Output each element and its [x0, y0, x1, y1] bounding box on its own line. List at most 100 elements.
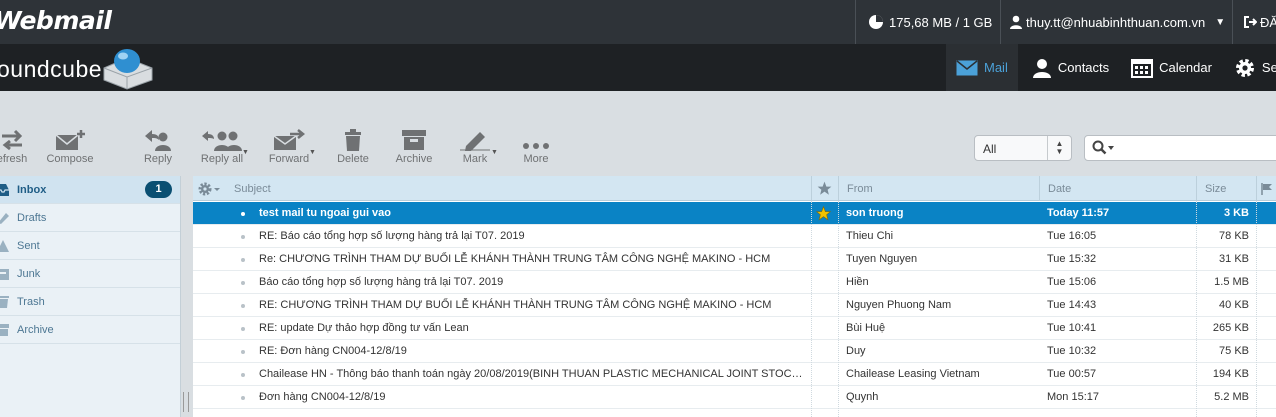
message-subject: Re: CHƯƠNG TRÌNH THAM DỰ BUỔI LỄ KHÁNH T… [259, 253, 771, 265]
trash-icon [0, 296, 9, 308]
table-row[interactable]: RE: Báo cáo tổng hợp số lượng hàng trả l… [193, 225, 1276, 248]
message-flag[interactable] [816, 386, 836, 409]
folder-sent-label: Sent [17, 239, 40, 252]
unread-status-icon [241, 350, 245, 354]
user-menu[interactable]: thuy.tt@nhuabinhthuan.com.vn ▼ [1000, 0, 1232, 44]
table-row[interactable]: Chailease HN - Thông báo thanh toán ngày… [193, 363, 1276, 386]
forward-icon [273, 129, 306, 150]
table-row[interactable]: Đơn hàng CN004-12/8/19 Quynh Mon 15:17 5.2 … [193, 386, 1276, 409]
message-flag[interactable] [816, 271, 836, 294]
archive-icon [0, 324, 9, 336]
folder-drafts[interactable]: Drafts [0, 204, 180, 232]
folder-archive-label: Archive [17, 323, 54, 336]
search-input[interactable] [1084, 135, 1276, 161]
reply-all-label: Reply all [200, 153, 244, 165]
pane-splitter-handle[interactable] [183, 392, 189, 412]
chevron-down-icon: ▼ [1215, 16, 1226, 28]
message-flag[interactable] [816, 225, 836, 248]
forward-button[interactable]: Forward [259, 129, 319, 165]
message-date: Tue 15:06 [1047, 276, 1097, 288]
folder-inbox-label: Inbox [17, 183, 47, 196]
message-date: Tue 16:05 [1047, 230, 1097, 242]
message-from: Hiền [846, 276, 869, 288]
message-filter-select[interactable]: All ▲ ▼ [974, 135, 1072, 161]
unread-status-icon [241, 327, 245, 331]
folder-junk-label: Junk [17, 267, 41, 280]
sent-icon [0, 240, 9, 252]
folder-junk[interactable]: Junk [0, 260, 180, 288]
quota-indicator: 175,68 MB / 1 GB [855, 0, 992, 44]
column-divider [811, 201, 812, 417]
column-status[interactable] [1256, 176, 1276, 201]
reply-icon [145, 130, 171, 151]
delete-label: Delete [337, 153, 369, 165]
unread-count-badge: 1 [145, 181, 172, 198]
message-list: Subject From Date Size test mail tu ngoa… [193, 176, 1276, 417]
message-flag[interactable] [816, 340, 836, 363]
logout-label: ĐĂ [1260, 14, 1276, 30]
tab-mail[interactable]: Mail [946, 44, 1018, 91]
tab-contacts[interactable]: Contacts [1018, 44, 1119, 91]
reply-all-button[interactable]: Reply all [192, 129, 252, 165]
column-size[interactable]: Size [1196, 176, 1256, 201]
column-date[interactable]: Date [1039, 176, 1196, 201]
table-row[interactable]: Báo cáo tổng hợp số lượng hàng trả lại T… [193, 271, 1276, 294]
message-flag[interactable] [816, 317, 836, 340]
message-flag[interactable] [816, 202, 836, 225]
refresh-button[interactable]: efresh [0, 129, 42, 165]
message-date: Mon 15:17 [1047, 391, 1099, 403]
app-header: oundcube Mail Contacts Calendar Se [0, 44, 1276, 91]
star-icon [816, 205, 832, 224]
forward-label: Forward [268, 153, 310, 165]
logout-button[interactable]: ĐĂ [1232, 0, 1276, 44]
pencil-icon [460, 132, 490, 151]
table-row[interactable]: RE: CHƯƠNG TRÌNH THAM DỰ BUỔI LỄ KHÁNH T… [193, 294, 1276, 317]
mark-button[interactable]: Mark [445, 129, 505, 165]
message-flag[interactable] [816, 363, 836, 386]
message-size: 194 KB [1212, 368, 1249, 380]
table-row[interactable]: Re: CHƯƠNG TRÌNH THAM DỰ BUỔI LỄ KHÁNH T… [193, 248, 1276, 271]
message-flag[interactable] [816, 248, 836, 271]
mark-chevron-down-icon[interactable]: ▼ [491, 149, 498, 156]
message-from: Quynh [846, 391, 879, 403]
mark-label: Mark [462, 153, 488, 165]
reply-all-chevron-down-icon[interactable]: ▼ [242, 149, 249, 156]
roundcube-logo-icon [103, 49, 153, 90]
tab-settings[interactable]: Se [1222, 44, 1276, 91]
more-button[interactable]: More [506, 129, 566, 165]
folder-trash[interactable]: Trash [0, 288, 180, 316]
message-from: Thieu Chi [846, 230, 894, 242]
table-row[interactable]: test mail tu ngoai gui vao son truong Toda… [193, 202, 1276, 225]
drafts-icon [0, 213, 9, 224]
folder-sent[interactable]: Sent [0, 232, 180, 260]
reply-label: Reply [143, 153, 173, 165]
compose-button[interactable]: Compose [40, 129, 100, 165]
table-row[interactable]: RE: update Dự thảo hợp đồng tư vấn Lean B… [193, 317, 1276, 340]
message-subject: Báo cáo tổng hợp số lượng hàng trả lại T… [259, 276, 504, 288]
message-size: 5.2 MB [1214, 391, 1249, 403]
message-size: 31 KB [1219, 253, 1249, 265]
top-bar: Webmail 175,68 MB / 1 GB thuy.tt@nhuabin… [0, 0, 1276, 44]
list-options-button[interactable] [193, 176, 226, 201]
junk-icon [0, 269, 9, 280]
message-from: Bùi Huệ [846, 322, 886, 334]
column-flag[interactable] [811, 176, 838, 201]
reply-button[interactable]: Reply [128, 129, 188, 165]
message-from: Chailease Leasing Vietnam [846, 368, 980, 380]
unread-status-icon [241, 235, 245, 239]
delete-button[interactable]: Delete [323, 129, 383, 165]
message-date: Tue 10:32 [1047, 345, 1097, 357]
tab-calendar[interactable]: Calendar [1119, 44, 1222, 91]
folder-inbox[interactable]: Inbox 1 [0, 176, 180, 204]
star-icon [817, 181, 832, 195]
refresh-label: efresh [0, 153, 28, 165]
archive-button[interactable]: Archive [384, 129, 444, 165]
folder-archive[interactable]: Archive [0, 316, 180, 344]
quota-text: 175,68 MB / 1 GB [889, 14, 993, 30]
column-from[interactable]: From [838, 176, 1039, 201]
table-row[interactable]: RE: Đơn hàng CN004-12/8/19 Duy Tue 10:32 75… [193, 340, 1276, 363]
tab-mail-label: Mail [984, 60, 1008, 75]
forward-chevron-down-icon[interactable]: ▼ [309, 149, 316, 156]
message-flag[interactable] [816, 294, 836, 317]
column-subject[interactable]: Subject [226, 176, 811, 201]
